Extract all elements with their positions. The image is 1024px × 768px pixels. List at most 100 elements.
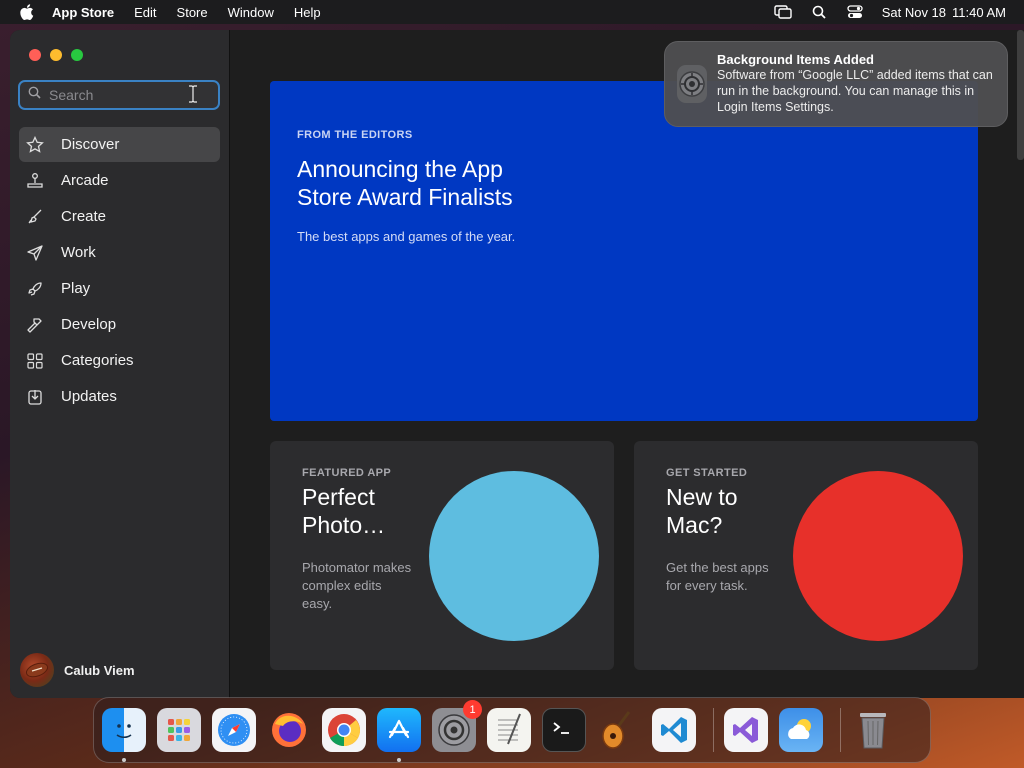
window-controls bbox=[29, 49, 83, 61]
finder-icon bbox=[116, 724, 132, 739]
safari-compass-icon bbox=[218, 714, 250, 746]
dock-finder[interactable] bbox=[102, 708, 146, 762]
sidebar: Discover Arcade Create Work Play Develop bbox=[10, 30, 230, 698]
close-button[interactable] bbox=[29, 49, 41, 61]
dock-safari[interactable] bbox=[212, 708, 256, 752]
main-content: FROM THE EDITORS Announcing the App Stor… bbox=[231, 30, 1024, 698]
dock-visual-studio[interactable] bbox=[724, 708, 768, 752]
card-artwork bbox=[793, 471, 963, 641]
running-indicator bbox=[122, 758, 126, 762]
menubar-date[interactable]: Sat Nov 18 bbox=[882, 5, 946, 20]
visual-studio-icon bbox=[733, 717, 758, 743]
dock-vscode[interactable] bbox=[652, 708, 696, 752]
dock-system-settings[interactable]: 1 bbox=[432, 700, 482, 752]
card-subtitle: Photomator makes complex edits easy. bbox=[302, 560, 412, 611]
menubar-status-area: Sat Nov 18 11:40 AM bbox=[774, 0, 1006, 24]
menu-bar: App Store Edit Store Window Help Sat Nov… bbox=[0, 0, 1024, 24]
background-items-notification[interactable]: Background Items Added Software from “Go… bbox=[664, 41, 1008, 127]
avatar[interactable] bbox=[20, 653, 54, 687]
sidebar-item-discover[interactable]: Discover bbox=[19, 127, 220, 162]
sidebar-nav: Discover Arcade Create Work Play Develop bbox=[19, 127, 220, 415]
rocket-icon bbox=[25, 279, 45, 299]
search-icon bbox=[28, 86, 41, 104]
paperplane-icon bbox=[25, 243, 45, 263]
notification-text: Background Items Added Software from “Go… bbox=[717, 52, 995, 116]
spotlight-search-icon[interactable] bbox=[810, 5, 828, 19]
desktop-scrollbar[interactable] bbox=[1017, 30, 1024, 160]
sidebar-item-label: Play bbox=[61, 280, 91, 297]
search-input[interactable] bbox=[49, 87, 199, 103]
sidebar-item-label: Updates bbox=[61, 388, 117, 405]
search-field[interactable] bbox=[18, 80, 220, 110]
card-title: New to Mac? bbox=[666, 484, 738, 538]
sidebar-item-categories[interactable]: Categories bbox=[19, 343, 220, 378]
terminal-icon bbox=[553, 722, 569, 734]
dock: 1 bbox=[93, 697, 931, 763]
menu-app-store[interactable]: App Store bbox=[52, 5, 114, 20]
dock-terminal[interactable] bbox=[542, 708, 586, 752]
minimize-button[interactable] bbox=[50, 49, 62, 61]
menu-store[interactable]: Store bbox=[177, 5, 208, 20]
dock-firefox[interactable] bbox=[267, 708, 311, 752]
dock-app-store[interactable] bbox=[377, 708, 421, 762]
hammer-icon bbox=[25, 315, 45, 335]
menu-edit[interactable]: Edit bbox=[134, 5, 156, 20]
get-started-card[interactable]: GET STARTED New to Mac? Get the best app… bbox=[634, 441, 978, 670]
sidebar-item-updates[interactable]: Updates bbox=[19, 379, 220, 414]
sidebar-item-label: Arcade bbox=[61, 172, 109, 189]
screen-mirroring-icon[interactable] bbox=[774, 5, 792, 19]
download-icon bbox=[25, 387, 45, 407]
card-subtitle: Get the best apps for every task. bbox=[666, 560, 769, 593]
sidebar-item-label: Categories bbox=[61, 352, 134, 369]
sidebar-item-work[interactable]: Work bbox=[19, 235, 220, 270]
sidebar-item-play[interactable]: Play bbox=[19, 271, 220, 306]
menu-window[interactable]: Window bbox=[228, 5, 274, 20]
sidebar-item-create[interactable]: Create bbox=[19, 199, 220, 234]
apple-menu-icon[interactable] bbox=[20, 4, 38, 20]
profile-name[interactable]: Calub Viem bbox=[64, 663, 135, 678]
hero-title: Announcing the App Store Award Finalists bbox=[297, 156, 513, 210]
dock-separator bbox=[840, 708, 841, 752]
grid-icon bbox=[25, 351, 45, 371]
dock-textedit[interactable] bbox=[487, 708, 531, 752]
app-store-window: Discover Arcade Create Work Play Develop bbox=[10, 30, 1024, 698]
sidebar-item-arcade[interactable]: Arcade bbox=[19, 163, 220, 198]
vscode-icon bbox=[661, 717, 687, 743]
firefox-icon bbox=[272, 713, 306, 747]
menu-help[interactable]: Help bbox=[294, 5, 321, 20]
dock-chrome[interactable] bbox=[322, 708, 366, 752]
hero-subtitle: The best apps and games of the year. bbox=[297, 229, 516, 244]
sidebar-item-label: Create bbox=[61, 208, 107, 225]
control-center-icon[interactable] bbox=[846, 5, 864, 19]
textedit-icon bbox=[498, 713, 521, 745]
paintbrush-icon bbox=[25, 207, 45, 227]
app-store-icon bbox=[388, 719, 410, 739]
notification-body: Software from “Google LLC” added items t… bbox=[717, 68, 993, 114]
weather-icon bbox=[788, 719, 811, 739]
dock-launchpad[interactable] bbox=[157, 708, 201, 752]
menubar-time[interactable]: 11:40 AM bbox=[952, 5, 1006, 20]
hero-eyebrow: FROM THE EDITORS bbox=[297, 129, 413, 141]
dock-trash[interactable] bbox=[851, 708, 895, 752]
editors-hero-banner[interactable]: FROM THE EDITORS Announcing the App Stor… bbox=[270, 81, 978, 421]
guitar-icon bbox=[602, 711, 631, 749]
launchpad-icon bbox=[168, 719, 190, 741]
account-profile[interactable]: Calub Viem bbox=[20, 653, 135, 687]
running-indicator bbox=[397, 758, 401, 762]
card-title: Perfect Photo… bbox=[302, 484, 386, 538]
dock-separator bbox=[713, 708, 714, 752]
sidebar-item-label: Work bbox=[61, 244, 96, 261]
notification-badge: 1 bbox=[463, 700, 482, 719]
trash-icon bbox=[860, 713, 886, 749]
system-settings-gear-icon bbox=[677, 65, 707, 103]
text-cursor-icon bbox=[188, 85, 198, 106]
featured-app-card[interactable]: FEATURED APP Perfect Photo… Photomator m… bbox=[270, 441, 614, 670]
sidebar-item-label: Develop bbox=[61, 316, 117, 333]
chrome-icon bbox=[328, 714, 361, 747]
dock-weather[interactable] bbox=[779, 708, 823, 752]
sidebar-item-develop[interactable]: Develop bbox=[19, 307, 220, 342]
card-artwork bbox=[429, 471, 599, 641]
zoom-button[interactable] bbox=[71, 49, 83, 61]
notification-title: Background Items Added bbox=[717, 52, 874, 67]
dock-garageband[interactable] bbox=[597, 708, 641, 752]
